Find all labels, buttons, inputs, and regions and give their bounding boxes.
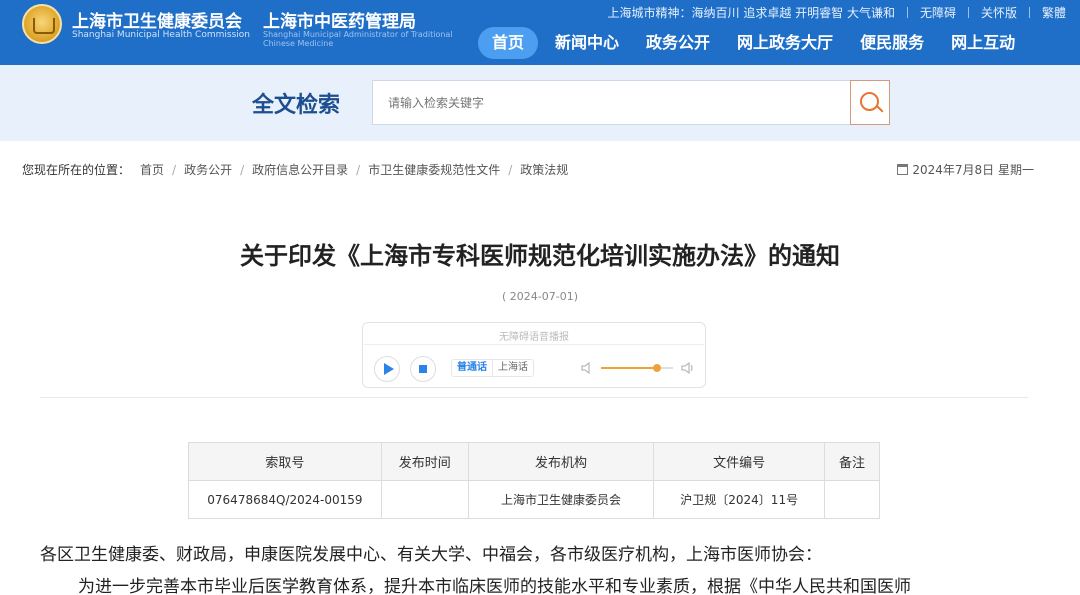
col-remarks: 备注	[824, 442, 880, 481]
cell-remarks	[824, 480, 880, 519]
breadcrumb: 您现在所在的位置： 首页 / 政务公开 / 政府信息公开目录 / 市卫生健康委规…	[22, 161, 568, 178]
accessibility-link[interactable]: 无障碍	[920, 4, 956, 21]
search-button[interactable]	[850, 80, 890, 125]
emblem-logo-icon[interactable]	[22, 4, 62, 44]
breadcrumb-lead: 您现在所在的位置：	[22, 163, 131, 177]
breadcrumb-separator: /	[356, 162, 361, 177]
divider	[364, 344, 704, 345]
org-name-en: Shanghai Municipal Health Commission	[72, 30, 250, 40]
breadcrumb-info-catalog[interactable]: 政府信息公开目录	[252, 161, 348, 178]
col-index-number: 索取号	[188, 442, 382, 481]
org2-name-en: Shanghai Municipal Administrator of Trad…	[263, 30, 453, 48]
article-pub-date: ( 2024-07-01)	[501, 290, 578, 303]
audio-player-title: 无障碍语音播报	[499, 332, 569, 343]
top-links: 上海城市精神：海纳百川 追求卓越 开明睿智 大气谦和 无障碍 关怀版 繁體	[608, 3, 1067, 21]
volume-slider-handle[interactable]	[653, 364, 662, 372]
site-header: 上海市卫生健康委员会 Shanghai Municipal Health Com…	[0, 0, 1080, 65]
divider	[1028, 6, 1030, 18]
stop-button[interactable]	[410, 356, 436, 382]
breadcrumb-government-affairs[interactable]: 政务公开	[184, 161, 232, 178]
col-release-time: 发布时间	[380, 442, 469, 481]
dialect-toggle: 普通话 上海话	[451, 359, 534, 377]
current-date-text: 2024年7月8日 星期一	[912, 163, 1034, 177]
divider	[967, 6, 969, 18]
col-document-number: 文件编号	[653, 442, 826, 481]
document-info-table: 索取号 发布时间 发布机构 文件编号 备注 076478684Q/2024-00…	[188, 442, 880, 519]
divider	[906, 6, 908, 18]
volume-slider[interactable]	[601, 364, 673, 372]
city-spirit-text: 上海城市精神：海纳百川 追求卓越 开明睿智 大气谦和	[607, 5, 895, 20]
breadcrumb-policies[interactable]: 政策法规	[520, 161, 568, 178]
org2-name-cn[interactable]: 上海市中医药管理局	[263, 7, 416, 32]
calendar-icon	[897, 164, 909, 175]
main-nav: 首页 新闻中心 政务公开 网上政务大厅 便民服务 网上互动	[478, 26, 1032, 60]
volume-high-icon[interactable]	[681, 361, 695, 375]
breadcrumb-home[interactable]: 首页	[140, 161, 164, 178]
cell-document-number: 沪卫规〔2024〕11号	[653, 480, 826, 519]
breadcrumb-separator: /	[240, 162, 245, 177]
table-header-row: 索取号 发布时间 发布机构 文件编号 备注	[188, 442, 880, 481]
col-issuing-agency: 发布机构	[467, 442, 655, 481]
nav-news-center[interactable]: 新闻中心	[545, 27, 629, 59]
org-name-cn[interactable]: 上海市卫生健康委员会	[72, 7, 242, 32]
breadcrumb-normative-docs[interactable]: 市卫生健康委规范性文件	[368, 161, 500, 178]
article-body-salutation: 各区卫生健康委、财政局，申康医院发展中心、有关大学、中福会，各市级医疗机构，上海…	[40, 545, 822, 565]
mandarin-option[interactable]: 普通话	[452, 360, 493, 376]
volume-slider-fill	[601, 367, 658, 369]
table-row: 076478684Q/2024-00159 上海市卫生健康委员会 沪卫规〔202…	[188, 480, 880, 519]
search-icon	[860, 92, 879, 111]
nav-public-services[interactable]: 便民服务	[850, 27, 934, 59]
search-title: 全文检索	[252, 93, 341, 118]
traditional-chinese-link[interactable]: 繁體	[1042, 4, 1066, 21]
nav-online-service-hall[interactable]: 网上政务大厅	[727, 27, 843, 59]
nav-online-interaction[interactable]: 网上互动	[941, 27, 1025, 59]
cell-index-number: 076478684Q/2024-00159	[188, 480, 382, 519]
volume-low-icon[interactable]	[581, 362, 591, 374]
breadcrumb-separator: /	[172, 162, 177, 177]
nav-home[interactable]: 首页	[478, 27, 539, 59]
search-band: 全文检索	[0, 65, 1080, 141]
shanghainese-option[interactable]: 上海话	[493, 360, 533, 376]
search-icon-handle	[876, 105, 884, 113]
audio-player: 无障碍语音播报 普通话 上海话	[362, 322, 706, 388]
search-input[interactable]	[372, 80, 851, 125]
cell-issuing-agency: 上海市卫生健康委员会	[467, 480, 655, 519]
breadcrumb-separator: /	[508, 162, 513, 177]
article-body-paragraph: 为进一步完善本市毕业后医学教育体系，提升本市临床医师的技能水平和专业素质，根据《…	[78, 577, 911, 595]
article-title: 关于印发《上海市专科医师规范化培训实施办法》的通知	[240, 242, 840, 270]
care-version-link[interactable]: 关怀版	[981, 4, 1017, 21]
play-button[interactable]	[374, 356, 400, 382]
divider	[40, 397, 1028, 398]
cell-release-time	[380, 480, 469, 519]
current-date: 2024年7月8日 星期一	[897, 161, 1034, 178]
nav-government-affairs[interactable]: 政务公开	[636, 27, 720, 59]
